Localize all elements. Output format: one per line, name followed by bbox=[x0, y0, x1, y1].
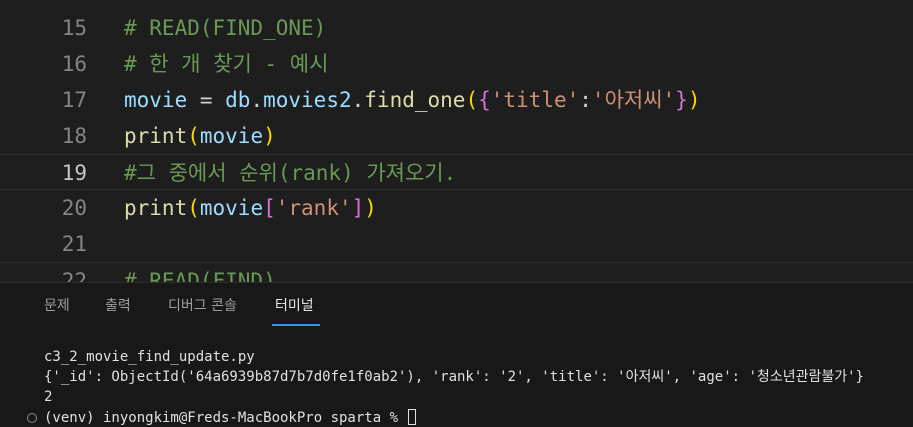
code-token: = bbox=[187, 88, 226, 112]
code-token: . bbox=[351, 88, 365, 112]
code-token: ( bbox=[187, 196, 200, 220]
line-number: 15 bbox=[61, 16, 87, 40]
code-line-15[interactable]: 15 # READ(FIND_ONE) bbox=[0, 10, 913, 46]
code-token: find_one bbox=[364, 88, 466, 112]
terminal-line: 2 bbox=[44, 389, 53, 405]
terminal-prompt: (venv) inyongkim@Freds-MacBookPro sparta… bbox=[44, 410, 407, 426]
tab-problems[interactable]: 문제 bbox=[44, 295, 70, 317]
code-token: ( bbox=[465, 88, 479, 112]
code-line-16[interactable]: 16 # 한 개 찾기 - 예시 bbox=[0, 46, 913, 82]
panel-tabs: 문제 출력 디버그 콘솔 터미널 bbox=[0, 283, 913, 327]
code-token: 'title' bbox=[490, 88, 580, 112]
line-number: 18 bbox=[61, 124, 87, 148]
code-token: : bbox=[579, 88, 592, 112]
code-line-20[interactable]: 20 print(movie['rank']) bbox=[0, 190, 913, 226]
line-number: 20 bbox=[61, 196, 87, 220]
tab-debug-console[interactable]: 디버그 콘솔 bbox=[168, 295, 237, 317]
code-token: ( bbox=[187, 124, 200, 148]
code-token: . bbox=[250, 88, 264, 112]
vscode-window: 15 # READ(FIND_ONE) 16 # 한 개 찾기 - 예시 17 … bbox=[0, 0, 913, 427]
terminal-prompt-line[interactable]: (venv) inyongkim@Freds-MacBookPro sparta… bbox=[44, 408, 417, 427]
active-tab-indicator bbox=[272, 324, 320, 326]
code-line-18[interactable]: 18 print(movie) bbox=[0, 118, 913, 154]
code-comment[interactable]: # READ(FIND_ONE) bbox=[124, 10, 326, 46]
line-number-active: 19 bbox=[61, 161, 87, 185]
terminal-line: c3_2_movie_find_update.py bbox=[44, 349, 255, 365]
code-text[interactable]: print(movie) bbox=[124, 118, 276, 154]
code-line-19[interactable]: 19 #그 중에서 순위(rank) 가져오기. bbox=[0, 154, 913, 190]
bottom-panel: 문제 출력 디버그 콘솔 터미널 c3_2_movie_find_update.… bbox=[0, 282, 913, 427]
code-line-22[interactable]: 22 # READ(FIND) bbox=[0, 262, 913, 282]
tab-terminal[interactable]: 터미널 bbox=[275, 295, 314, 317]
code-token: { bbox=[478, 88, 491, 112]
code-comment[interactable]: # 한 개 찾기 - 예시 bbox=[124, 46, 328, 82]
code-token: movie bbox=[124, 88, 188, 112]
code-token: [ bbox=[263, 196, 276, 220]
code-token: print bbox=[124, 196, 188, 220]
code-token: movie bbox=[199, 124, 264, 148]
code-token: ) bbox=[263, 124, 276, 148]
tab-output[interactable]: 출력 bbox=[105, 295, 131, 317]
code-comment[interactable]: # READ(FIND) bbox=[124, 263, 276, 282]
code-token: '아저씨' bbox=[591, 88, 676, 112]
line-number: 22 bbox=[61, 269, 87, 282]
code-token: print bbox=[124, 124, 188, 148]
code-token: ) bbox=[687, 88, 701, 112]
code-text[interactable]: print(movie['rank']) bbox=[124, 190, 377, 226]
code-line-21[interactable]: 21 bbox=[0, 226, 913, 262]
code-token: ] bbox=[351, 196, 365, 220]
terminal-line: {'_id': ObjectId('64a6939b87d7b7d0fe1f0a… bbox=[44, 369, 864, 385]
code-token: } bbox=[675, 88, 688, 112]
code-token: ) bbox=[364, 196, 377, 220]
code-token: movie bbox=[199, 196, 264, 220]
code-comment[interactable]: #그 중에서 순위(rank) 가져오기. bbox=[124, 155, 456, 191]
line-number: 21 bbox=[61, 232, 87, 256]
code-text[interactable]: movie = db.movies2.find_one({'title':'아저… bbox=[124, 82, 700, 118]
line-number: 16 bbox=[61, 52, 87, 76]
code-editor[interactable]: 15 # READ(FIND_ONE) 16 # 한 개 찾기 - 예시 17 … bbox=[0, 0, 913, 282]
terminal-cursor bbox=[408, 409, 417, 425]
code-token: db bbox=[225, 88, 251, 112]
command-status-circle-icon[interactable] bbox=[27, 413, 37, 423]
code-line-17[interactable]: 17 movie = db.movies2.find_one({'title':… bbox=[0, 82, 913, 118]
code-token: movies2 bbox=[263, 88, 352, 112]
line-number: 17 bbox=[61, 88, 87, 112]
code-token: 'rank' bbox=[275, 196, 352, 220]
